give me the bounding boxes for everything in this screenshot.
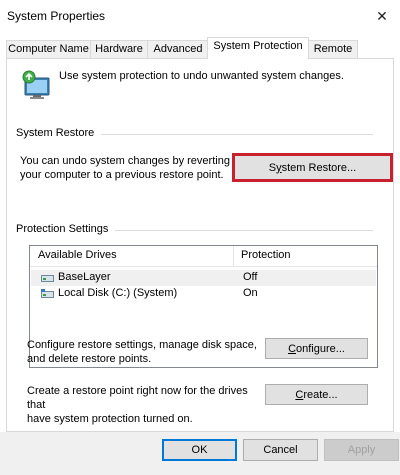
drive-name: BaseLayer [58,271,111,283]
close-button[interactable]: ✕ [364,0,400,32]
create-description-line: have system protection turned on. [27,413,193,425]
drive-row[interactable]: BaseLayer Off [31,270,376,286]
button-label-part: S [268,161,277,174]
create-description-line: Create a restore point right now for the… [27,385,248,411]
button-mnemonic: C [295,388,304,401]
apply-button[interactable]: Apply [324,439,399,461]
drive-row[interactable]: Local Disk (C:) (System) On [31,286,376,302]
tab-computer-name[interactable]: Computer Name [6,40,91,58]
intro-text: Use system protection to undo unwanted s… [59,70,344,82]
tab-advanced[interactable]: Advanced [147,40,209,58]
cancel-button[interactable]: Cancel [243,439,318,461]
drive-protection-status: On [243,287,258,299]
tab-strip: Computer Name Hardware Advanced System P… [6,37,394,59]
section-divider [101,134,373,135]
system-drive-icon [41,289,54,298]
system-restore-button[interactable]: Sy stem Restore... [232,153,393,182]
tab-hardware[interactable]: Hardware [90,40,148,58]
column-divider[interactable] [233,246,234,266]
close-icon: ✕ [376,7,388,24]
configure-button[interactable]: Configure... [265,338,368,359]
dialog-footer: OK Cancel Apply [0,432,400,475]
drives-list-header: Available Drives Protection [30,246,377,267]
button-label-part: reate... [303,388,338,401]
button-label-part: onfigure... [296,342,345,355]
tab-system-protection[interactable]: System Protection [207,37,309,59]
configure-description: Configure restore settings, manage disk … [27,338,267,366]
create-description: Create a restore point right now for the… [27,384,267,426]
protection-settings-heading: Protection Settings [16,223,109,235]
title-bar: System Properties ✕ [0,0,400,36]
drive-protection-status: Off [243,271,258,283]
configure-description-line: and delete restore points. [27,353,152,365]
system-protection-icon [22,70,50,99]
section-divider [115,230,373,231]
system-protection-panel: Use system protection to undo unwanted s… [6,58,394,432]
drive-icon [41,275,54,282]
button-label-part: stem Restore... [281,161,357,174]
column-header-drives[interactable]: Available Drives [38,249,117,261]
button-mnemonic: C [288,342,297,355]
drive-name: Local Disk (C:) (System) [58,287,178,299]
system-restore-description: You can undo system changes by reverting… [20,154,230,182]
column-header-protection[interactable]: Protection [241,249,291,261]
ok-button[interactable]: OK [162,439,237,461]
tab-remote[interactable]: Remote [308,40,358,58]
system-restore-description-line: your computer to a previous restore poin… [20,169,224,181]
system-restore-description-line: You can undo system changes by reverting [20,155,230,167]
system-restore-heading: System Restore [16,127,95,139]
window-title: System Properties [7,9,106,23]
create-button[interactable]: Create... [265,384,368,405]
configure-description-line: Configure restore settings, manage disk … [27,339,257,351]
